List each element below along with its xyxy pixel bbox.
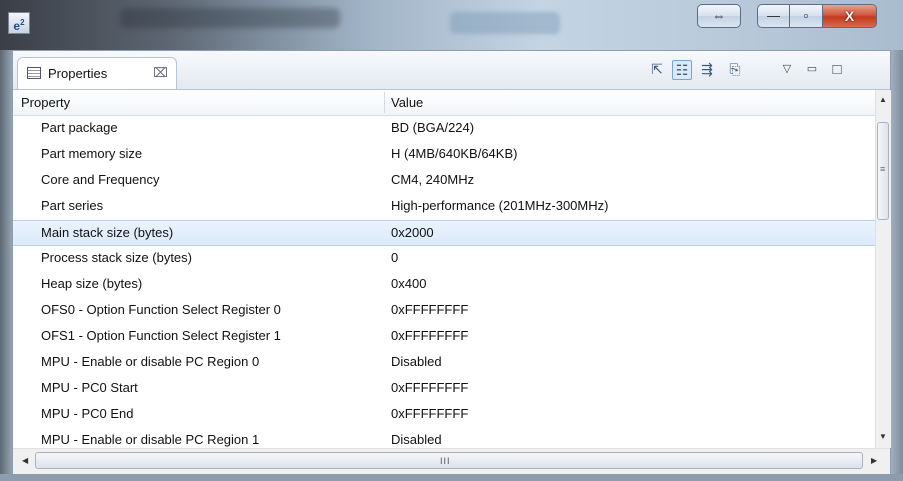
properties-view: Properties ⌧ ⇱ ☷ ⇶ ⎘ ▽ ▭ □ Property Valu… bbox=[12, 50, 891, 474]
table-row[interactable]: Process stack size (bytes) 0 bbox=[13, 246, 875, 272]
table-row[interactable]: Part memory size H (4MB/640KB/64KB) bbox=[13, 142, 875, 168]
property-value[interactable]: Disabled bbox=[391, 354, 442, 369]
table-row[interactable]: Main stack size (bytes) 0x2000 bbox=[13, 220, 875, 246]
table-row[interactable]: OFS1 - Option Function Select Register 1… bbox=[13, 324, 875, 350]
window-border-left bbox=[0, 50, 12, 481]
grip-icon: ≡ bbox=[880, 164, 886, 174]
blurred-title-text bbox=[120, 8, 340, 28]
grid-rows: Part package BD (BGA/224) Part memory size… bbox=[13, 116, 875, 448]
property-name: Heap size (bytes) bbox=[41, 276, 143, 291]
app-logo: e2 bbox=[8, 12, 30, 34]
tab-properties[interactable]: Properties ⌧ bbox=[17, 57, 177, 89]
property-value[interactable]: CM4, 240MHz bbox=[391, 172, 474, 187]
property-name: Main stack size (bytes) bbox=[41, 225, 174, 240]
table-row[interactable]: Part package BD (BGA/224) bbox=[13, 116, 875, 142]
maximize-button[interactable]: ▫ bbox=[790, 4, 823, 28]
property-value[interactable]: 0xFFFFFFFF bbox=[391, 406, 468, 421]
grip-icon: III bbox=[440, 456, 451, 466]
pin-to-selection-icon[interactable]: ⇱ bbox=[647, 60, 667, 80]
scroll-down-icon[interactable]: ▼ bbox=[879, 432, 887, 441]
scroll-right-icon[interactable]: ▶ bbox=[871, 456, 877, 465]
property-name: Part series bbox=[41, 198, 104, 213]
properties-icon bbox=[27, 67, 41, 79]
property-value[interactable]: 0xFFFFFFFF bbox=[391, 302, 468, 317]
property-name: Process stack size (bytes) bbox=[41, 250, 192, 265]
vertical-scrollbar[interactable]: ▲ ≡ ▼ bbox=[875, 90, 891, 448]
column-header-value[interactable]: Value bbox=[391, 95, 423, 110]
property-name: MPU - PC0 Start bbox=[41, 380, 138, 395]
restore-defaults-icon[interactable]: ⎘ bbox=[725, 60, 745, 80]
close-button[interactable]: X bbox=[823, 4, 877, 28]
close-icon: X bbox=[844, 8, 855, 24]
title-bar[interactable]: e2 ⇔ — ▫ X bbox=[0, 0, 903, 50]
table-row[interactable]: MPU - Enable or disable PC Region 0 Disab… bbox=[13, 350, 875, 376]
property-name: Part package bbox=[41, 120, 118, 135]
minimize-icon: — bbox=[767, 8, 780, 23]
table-row[interactable]: Part series High-performance (201MHz-300M… bbox=[13, 194, 875, 220]
property-value[interactable]: 0x2000 bbox=[391, 225, 434, 240]
property-value[interactable]: H (4MB/640KB/64KB) bbox=[391, 146, 517, 161]
property-name: Part memory size bbox=[41, 146, 143, 161]
property-name: MPU - Enable or disable PC Region 0 bbox=[41, 354, 260, 369]
property-value[interactable]: BD (BGA/224) bbox=[391, 120, 474, 135]
minimize-view-icon[interactable]: ▭ bbox=[802, 60, 822, 80]
property-name: OFS1 - Option Function Select Register 1 bbox=[41, 328, 281, 343]
table-row[interactable]: Heap size (bytes) 0x400 bbox=[13, 272, 875, 298]
maximize-view-icon[interactable]: □ bbox=[827, 60, 847, 80]
property-value[interactable]: Disabled bbox=[391, 432, 442, 447]
table-row[interactable]: OFS0 - Option Function Select Register 0… bbox=[13, 298, 875, 324]
horizontal-scrollbar[interactable]: ◀ III ▶ bbox=[13, 448, 890, 474]
tab-label: Properties bbox=[48, 66, 108, 81]
property-name: MPU - Enable or disable PC Region 1 bbox=[41, 432, 260, 447]
resize-icon: ⇔ bbox=[712, 8, 726, 23]
property-name: Core and Frequency bbox=[41, 172, 160, 187]
scroll-left-icon[interactable]: ◀ bbox=[22, 456, 28, 465]
show-categories-icon[interactable]: ☷ bbox=[672, 60, 692, 80]
view-tab-bar: Properties ⌧ ⇱ ☷ ⇶ ⎘ ▽ ▭ □ bbox=[13, 51, 890, 90]
property-name: MPU - PC0 End bbox=[41, 406, 134, 421]
table-row[interactable]: MPU - Enable or disable PC Region 1 Disab… bbox=[13, 428, 875, 448]
blurred-taskbar-item bbox=[450, 12, 560, 34]
property-value[interactable]: High-performance (201MHz-300MHz) bbox=[391, 198, 608, 213]
view-menu-icon[interactable]: ▽ bbox=[777, 60, 797, 80]
property-value[interactable]: 0x400 bbox=[391, 276, 426, 291]
property-value[interactable]: 0 bbox=[391, 250, 398, 265]
property-value[interactable]: 0xFFFFFFFF bbox=[391, 328, 468, 343]
table-row[interactable]: MPU - PC0 Start 0xFFFFFFFF bbox=[13, 376, 875, 402]
column-header-property[interactable]: Property bbox=[21, 95, 70, 110]
vertical-scroll-thumb[interactable]: ≡ bbox=[877, 122, 889, 220]
property-value[interactable]: 0xFFFFFFFF bbox=[391, 380, 468, 395]
resize-button[interactable]: ⇔ bbox=[697, 4, 741, 28]
application-window: e2 ⇔ — ▫ X Properties ⌧ ⇱ ☷ ⇶ ⎘ ▽ ▭ □ Pr… bbox=[0, 0, 903, 481]
table-row[interactable]: Core and Frequency CM4, 240MHz bbox=[13, 168, 875, 194]
table-row[interactable]: MPU - PC0 End 0xFFFFFFFF bbox=[13, 402, 875, 428]
window-border-bottom bbox=[0, 474, 903, 481]
maximize-icon: ▫ bbox=[803, 8, 809, 23]
tab-close-icon[interactable]: ⌧ bbox=[153, 65, 168, 81]
minimize-button[interactable]: — bbox=[757, 4, 790, 28]
show-advanced-icon[interactable]: ⇶ bbox=[697, 60, 717, 80]
column-separator[interactable] bbox=[384, 92, 385, 113]
property-grid: Property Value Part package BD (BGA/224) P… bbox=[13, 90, 875, 448]
property-name: OFS0 - Option Function Select Register 0 bbox=[41, 302, 281, 317]
grid-header: Property Value bbox=[13, 90, 875, 116]
scroll-up-icon[interactable]: ▲ bbox=[879, 95, 887, 104]
window-border-right bbox=[891, 50, 903, 481]
horizontal-scroll-thumb[interactable]: III bbox=[35, 452, 863, 469]
